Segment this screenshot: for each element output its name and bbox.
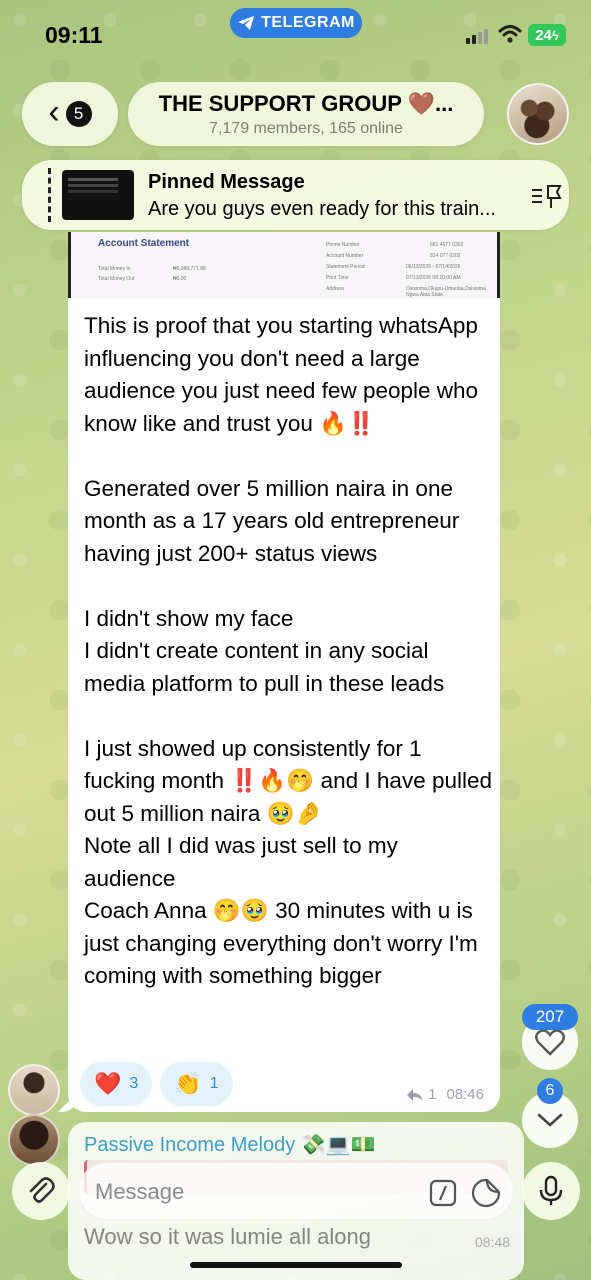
statement-address-label: Address <box>326 286 345 292</box>
statement-print-time: 07/13/2026 08:20:00 AM <box>406 275 461 281</box>
next-sender-avatar[interactable] <box>8 1114 60 1166</box>
message-meta[interactable]: 1 08:46 <box>406 1086 484 1103</box>
sticker-icon[interactable] <box>471 1178 501 1208</box>
message-input[interactable] <box>95 1177 415 1207</box>
status-bar: 09:11 TELEGRAM 24 ϟ <box>0 0 591 70</box>
statement-phone: 681 4677 0302 <box>430 242 464 248</box>
wifi-icon <box>498 25 522 43</box>
attach-button[interactable] <box>12 1162 70 1220</box>
reaction-heart[interactable]: ❤️ 3 <box>80 1062 153 1106</box>
reactions-row: ❤️ 3 👏 1 <box>80 1062 233 1106</box>
reaction-clap[interactable]: 👏 1 <box>160 1062 233 1106</box>
cellular-signal-icon <box>466 28 488 44</box>
message-input-field[interactable] <box>78 1162 514 1220</box>
statement-period: 06/13/2026 - 07/14/2026 <box>406 264 461 270</box>
next-message-time: 08:48 <box>474 1234 510 1250</box>
battery-indicator: 24 ϟ <box>528 24 566 46</box>
group-avatar[interactable] <box>507 83 569 145</box>
message-time: 08:46 <box>446 1086 484 1103</box>
reaction-count: 1 <box>209 1075 219 1092</box>
command-icon[interactable] <box>429 1179 457 1207</box>
statement-phone-label: Phone Number <box>326 242 360 248</box>
account-statement-image[interactable]: Account Statement Total Money In ₦5,088,… <box>68 232 500 298</box>
back-button[interactable]: ‹ 5 <box>22 82 118 146</box>
chat-title-pill[interactable]: THE SUPPORT GROUP 🤎... 7,179 members, 16… <box>128 82 484 146</box>
microphone-icon <box>539 1175 563 1205</box>
statement-money-out-label: Total Money Out <box>98 276 135 282</box>
image-edge-left <box>68 232 71 298</box>
statement-account: 814 077 0202 <box>430 253 461 259</box>
telegram-app-pill[interactable]: TELEGRAM <box>230 8 362 38</box>
telegram-send-icon <box>238 16 255 30</box>
reply-count: 1 <box>428 1086 437 1103</box>
reaction-count: 3 <box>129 1075 139 1092</box>
heart-outline-icon <box>535 1029 565 1056</box>
message-bubble[interactable]: Account Statement Total Money In ₦5,088,… <box>68 232 500 1112</box>
pinned-thumbnail <box>62 170 134 220</box>
paperclip-icon <box>29 1177 55 1203</box>
microphone-button[interactable] <box>522 1162 580 1220</box>
reactions-count-badge: 207 <box>522 1004 578 1030</box>
chevron-down-icon <box>537 1113 563 1127</box>
home-indicator <box>190 1262 402 1268</box>
clap-icon: 👏 <box>174 1071 202 1096</box>
battery-level: 24 <box>535 26 552 44</box>
statement-period-label: Statement Period <box>326 264 365 270</box>
pinned-text: Are you guys even ready for this train..… <box>148 198 496 220</box>
back-unread-badge: 5 <box>65 101 92 127</box>
heart-icon: ❤️ <box>94 1071 122 1096</box>
statement-account-label: Account Number <box>326 253 364 259</box>
sender-avatar[interactable] <box>8 1064 60 1116</box>
image-edge-right <box>497 232 500 298</box>
next-message-sender[interactable]: Passive Income Melody 💸💻💵 <box>84 1132 375 1157</box>
group-title: THE SUPPORT GROUP 🤎... <box>158 91 454 116</box>
message-text: This is proof that you starting whatsApp… <box>84 313 493 988</box>
statement-money-in-label: Total Money In <box>98 266 131 272</box>
app-pill-label: TELEGRAM <box>261 14 355 31</box>
group-member-count: 7,179 members, 165 online <box>209 120 403 137</box>
status-time: 09:11 <box>45 22 103 48</box>
pinned-indicator <box>48 168 51 222</box>
charging-icon: ϟ <box>551 27 559 43</box>
next-message-text: Wow so it was lumie all along <box>84 1224 371 1249</box>
pinned-title: Pinned Message <box>148 171 305 193</box>
statement-title: Account Statement <box>98 238 190 249</box>
statement-address: Osisioma,Okupu-Umuoba,Osisioma Ngwa Abia… <box>406 286 486 298</box>
statement-money-in: ₦5,088,771.88 <box>173 266 206 272</box>
chevron-left-icon: ‹ <box>48 93 60 131</box>
pin-list-icon[interactable] <box>530 182 564 210</box>
statement-print-label: Print Time <box>326 275 349 281</box>
statement-money-out: ₦0.00 <box>173 276 187 282</box>
pinned-message-bar[interactable]: Pinned Message Are you guys even ready f… <box>22 160 569 230</box>
reply-icon <box>407 1088 424 1101</box>
unread-count-badge: 6 <box>537 1078 563 1104</box>
